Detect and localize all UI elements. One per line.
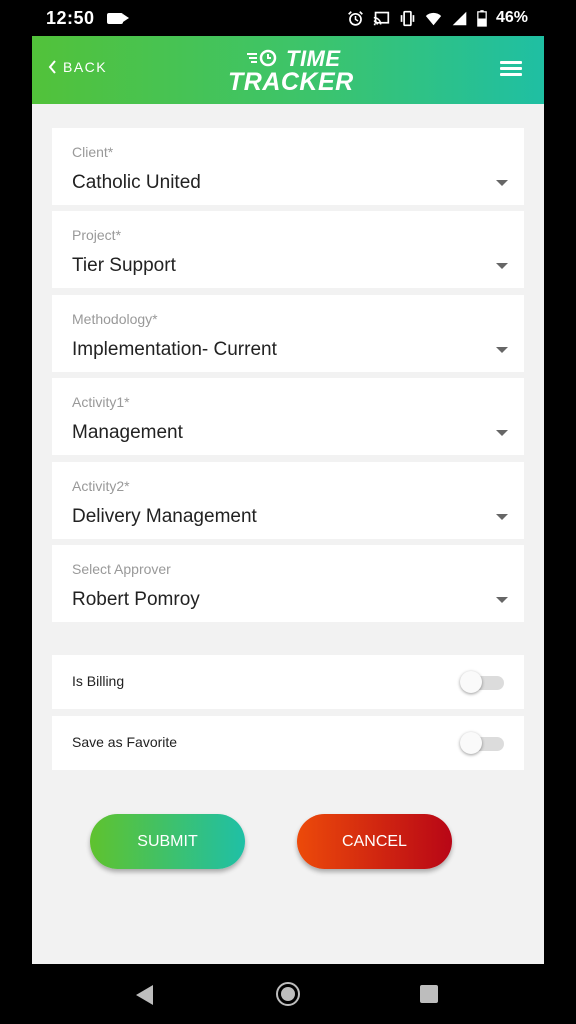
back-button[interactable]: BACK: [48, 59, 107, 75]
toggle-label: Is Billing: [72, 673, 125, 689]
signal-icon: [452, 11, 467, 25]
is-billing-row: Is Billing: [52, 655, 524, 709]
back-label: BACK: [63, 59, 108, 75]
logo-text-tracker: TRACKER: [228, 68, 354, 96]
field-value: Delivery Management: [72, 506, 257, 527]
toggle-label: Save as Favorite: [72, 734, 178, 750]
project-dropdown[interactable]: Project* Tier Support: [52, 211, 524, 288]
save-favorite-row: Save as Favorite: [52, 716, 524, 770]
stopwatch-icon: [247, 49, 277, 67]
nav-recents-icon[interactable]: [420, 985, 438, 1003]
field-label: Project*: [72, 227, 122, 243]
client-dropdown[interactable]: Client* Catholic United: [52, 128, 524, 205]
field-value: Management: [72, 422, 183, 443]
form-content: Client* Catholic United Project* Tier Su…: [32, 104, 544, 964]
chevron-left-icon: [48, 60, 56, 74]
field-label: Activity1*: [72, 394, 130, 410]
field-value: Tier Support: [72, 255, 176, 276]
cancel-button[interactable]: CANCEL: [297, 814, 452, 869]
vibrate-icon: [400, 10, 415, 26]
activity2-dropdown[interactable]: Activity2* Delivery Management: [52, 462, 524, 539]
caret-down-icon: [496, 347, 508, 353]
battery-percent: 46%: [495, 9, 528, 26]
status-icons: 46%: [347, 9, 528, 27]
status-time: 12:50: [46, 7, 95, 28]
wifi-icon: [425, 12, 442, 25]
video-icon: [106, 12, 129, 24]
submit-button[interactable]: SUBMIT: [90, 814, 245, 869]
is-billing-toggle[interactable]: [460, 671, 504, 693]
save-favorite-toggle[interactable]: [460, 732, 504, 754]
app-header: BACK TIME TRACKER: [32, 36, 544, 104]
nav-home-icon[interactable]: [276, 982, 300, 1006]
cast-icon: [373, 11, 390, 25]
caret-down-icon: [496, 180, 508, 186]
field-value: Implementation- Current: [72, 339, 277, 360]
field-value: Catholic United: [72, 172, 201, 193]
field-value: Robert Pomroy: [72, 589, 200, 610]
caret-down-icon: [496, 514, 508, 520]
field-label: Activity2*: [72, 478, 130, 494]
nav-back-icon[interactable]: [136, 985, 153, 1005]
status-bar: 12:50 46%: [32, 0, 544, 36]
app-logo: TIME TRACKER: [228, 46, 358, 96]
field-label: Client*: [72, 144, 114, 160]
system-nav-bar: [0, 964, 576, 1024]
field-label: Methodology*: [72, 311, 158, 327]
caret-down-icon: [496, 597, 508, 603]
methodology-dropdown[interactable]: Methodology* Implementation- Current: [52, 295, 524, 372]
approver-dropdown[interactable]: Select Approver Robert Pomroy: [52, 545, 524, 622]
hamburger-menu-icon[interactable]: [500, 61, 522, 77]
caret-down-icon: [496, 263, 508, 269]
activity1-dropdown[interactable]: Activity1* Management: [52, 378, 524, 455]
alarm-icon: [348, 10, 363, 26]
battery-icon: [477, 9, 487, 27]
caret-down-icon: [496, 430, 508, 436]
field-label: Select Approver: [72, 561, 171, 577]
